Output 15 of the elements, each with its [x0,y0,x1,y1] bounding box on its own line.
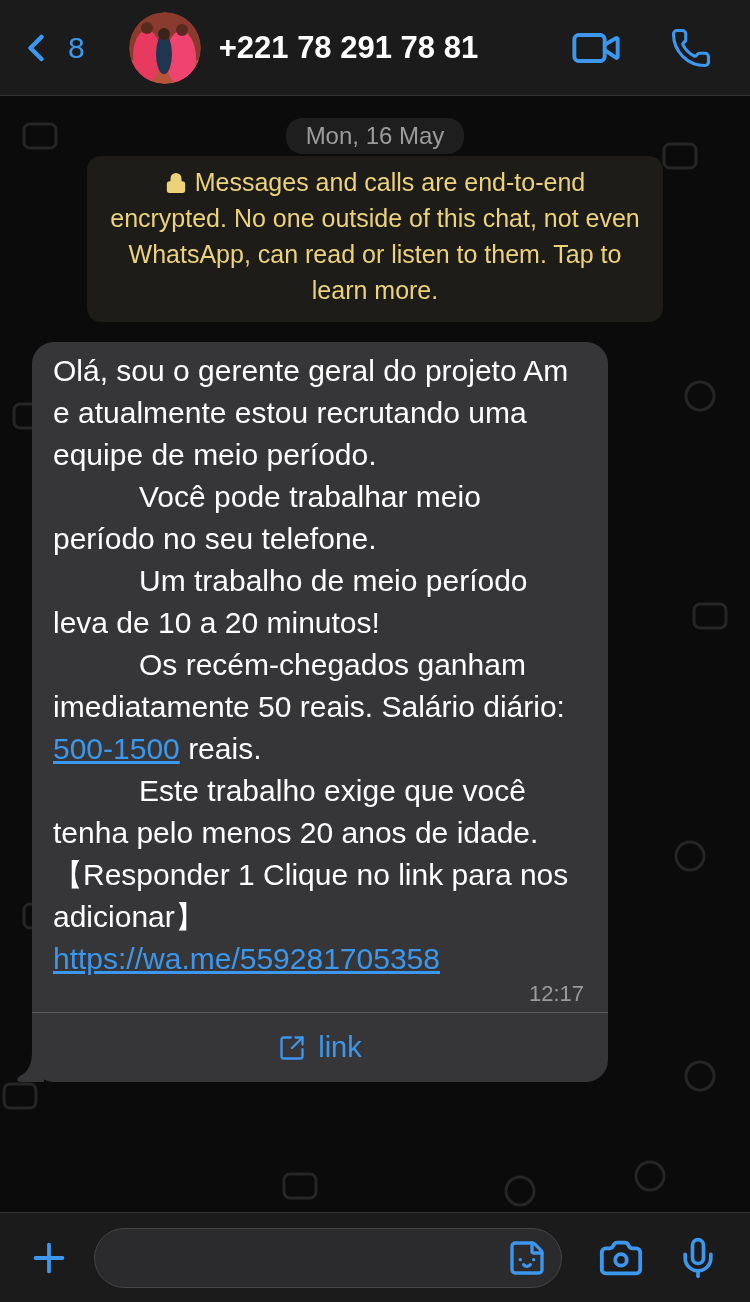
back-button[interactable]: 8 [14,25,85,70]
date-chip: Mon, 16 May [285,118,465,154]
message-time: 12:17 [528,981,584,1006]
message-text: Olá, sou o gerente geral do projeto Am e atualmente estou recrutando uma equipe de meio período. [53,353,570,473]
message-text: Um trabalho de meio período leva de 10 a 20 minutos! [53,563,529,641]
message-link[interactable]: 500-1500 [53,732,180,765]
contact-name[interactable]: +221 78 291 78 81 [218,29,570,66]
message-text: Os recém-chegados ganham imediatamente 50 reais. Salário diário: 500-1500 reais. [53,647,566,767]
encryption-notice[interactable]: Messages and calls are end-to-end encrypted. No one outside of this chat, not even WhatsApp, can read or listen to them. Tap to learn more. [87,156,663,322]
link-button[interactable]: link [32,1012,608,1082]
unread-count: 8 [68,30,85,65]
message-link[interactable]: https://wa.me/559281705358 [53,942,440,975]
message-text: Este trabalho exige que você tenha pelo menos 20 anos de idade. [53,773,540,851]
message-text: Você pode trabalhar meio período no seu telefone. [53,479,482,557]
message-text: 【Responder 1 Clique no link para nos adicionar】 [53,857,570,935]
